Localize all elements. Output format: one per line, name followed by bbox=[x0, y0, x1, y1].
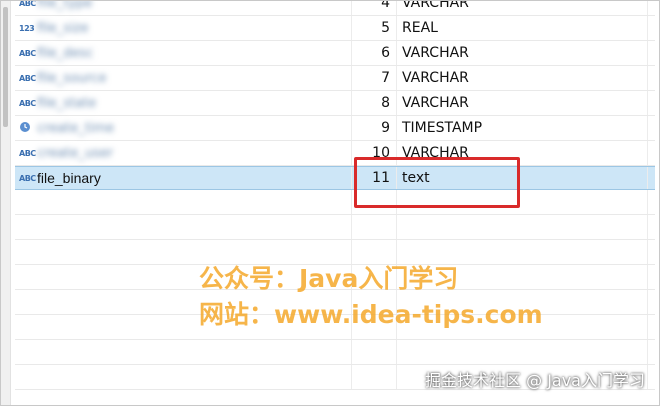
column-name: file_size bbox=[37, 20, 89, 36]
column-name: file_binary bbox=[37, 170, 101, 186]
table-row[interactable]: ABC file_state 8 VARCHAR bbox=[15, 91, 655, 116]
table-row-selected[interactable]: ABC file_binary 11 text bbox=[15, 166, 655, 190]
table-row[interactable]: 123 file_size 5 REAL bbox=[15, 16, 655, 41]
clock-icon bbox=[19, 121, 37, 135]
text-type-icon: ABC bbox=[19, 98, 36, 108]
table-row[interactable]: ABC file_source 7 VARCHAR bbox=[15, 66, 655, 91]
column-name-cell: ABC file_type bbox=[15, 0, 352, 15]
column-name: file_desc bbox=[37, 45, 94, 61]
empty-row bbox=[15, 215, 655, 240]
table-view: ABC file_type 4 VARCHAR 123 file_size 5 … bbox=[0, 0, 660, 406]
watermark-line-2: 网站：www.idea-tips.com bbox=[199, 300, 543, 329]
watermark-line-1: 公众号：Java入门学习 bbox=[199, 264, 459, 293]
column-name: create_time bbox=[37, 120, 115, 136]
column-name: file_source bbox=[37, 70, 107, 86]
scrollbar-thumb[interactable] bbox=[3, 7, 8, 127]
column-name-cell: ABC file_binary bbox=[15, 167, 352, 189]
table-row[interactable]: ABC create_user 10 VARCHAR bbox=[15, 141, 655, 166]
column-name: file_state bbox=[37, 95, 97, 111]
column-name-cell: ABC file_desc bbox=[15, 41, 352, 65]
data-type: VARCHAR bbox=[398, 1, 648, 15]
text-type-icon: ABC bbox=[19, 73, 36, 83]
table-row[interactable]: ABC file_desc 6 VARCHAR bbox=[15, 41, 655, 66]
table-row[interactable]: create_time 9 TIMESTAMP bbox=[15, 116, 655, 141]
ordinal-position: 8 bbox=[352, 91, 397, 115]
column-name-cell: create_time bbox=[15, 116, 352, 140]
table-row[interactable]: ABC file_type 4 VARCHAR bbox=[15, 0, 655, 16]
footer-watermark: 掘金技术社区 @ Java入门学习 bbox=[425, 371, 645, 390]
ordinal-position: 4 bbox=[352, 1, 397, 15]
columns-grid: ABC file_type 4 VARCHAR 123 file_size 5 … bbox=[15, 1, 655, 390]
text-type-icon: ABC bbox=[19, 173, 36, 183]
number-type-icon: 123 bbox=[19, 23, 35, 33]
column-name-cell: ABC file_source bbox=[15, 66, 352, 90]
ordinal-position: 6 bbox=[352, 41, 397, 65]
ordinal-position: 5 bbox=[352, 16, 397, 40]
highlight-box bbox=[354, 157, 520, 208]
empty-row bbox=[15, 190, 655, 215]
column-name-cell: 123 file_size bbox=[15, 16, 352, 40]
text-type-icon: ABC bbox=[19, 0, 36, 8]
column-name: file_type bbox=[37, 0, 93, 11]
empty-row bbox=[15, 340, 655, 365]
ordinal-position: 7 bbox=[352, 66, 397, 90]
data-type: REAL bbox=[398, 16, 648, 40]
data-type: TIMESTAMP bbox=[398, 116, 648, 140]
text-type-icon: ABC bbox=[19, 48, 36, 58]
data-type: VARCHAR bbox=[398, 41, 648, 65]
column-name: create_user bbox=[37, 145, 114, 161]
vertical-scrollbar[interactable] bbox=[1, 1, 11, 405]
text-type-icon: ABC bbox=[19, 148, 36, 158]
column-name-cell: ABC create_user bbox=[15, 141, 352, 165]
ordinal-position: 9 bbox=[352, 116, 397, 140]
data-type: VARCHAR bbox=[398, 91, 648, 115]
column-name-cell: ABC file_state bbox=[15, 91, 352, 115]
data-type: VARCHAR bbox=[398, 66, 648, 90]
